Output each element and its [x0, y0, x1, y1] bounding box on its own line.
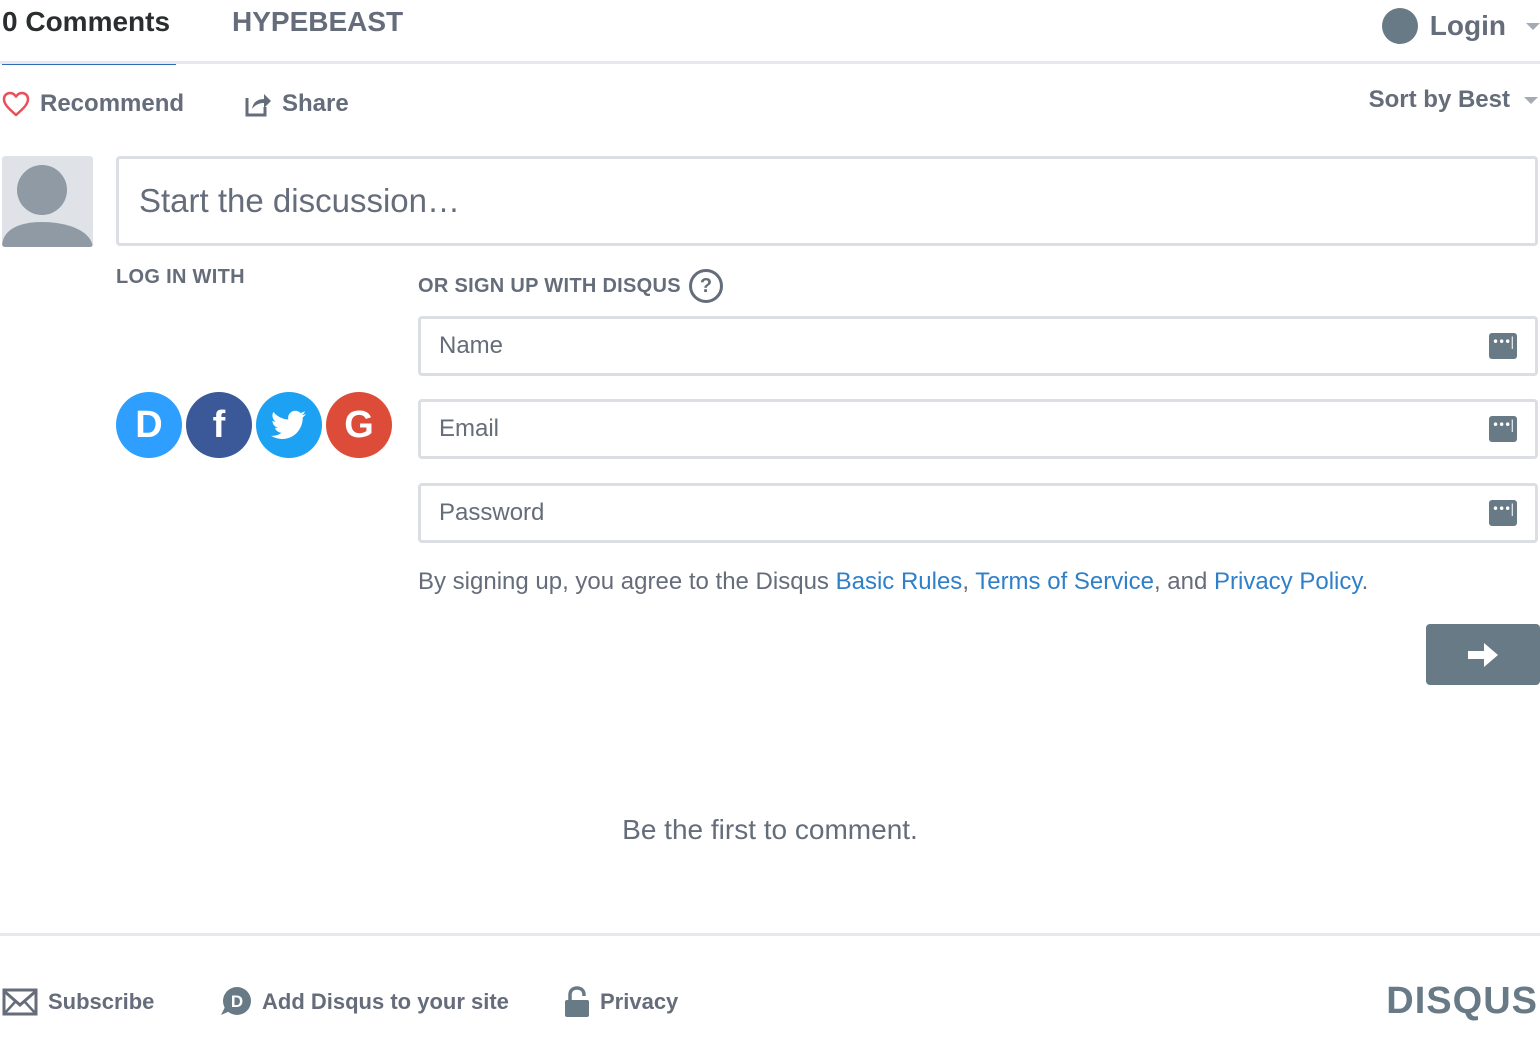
default-user-icon: [2, 165, 93, 247]
disqus-logo-icon: D: [221, 987, 251, 1015]
avatar: [2, 156, 93, 247]
terms-sep-1: ,: [962, 568, 976, 595]
sort-dropdown[interactable]: Sort by Best: [1369, 84, 1538, 116]
chevron-down-icon: [1524, 96, 1538, 104]
disqus-icon: D: [135, 403, 163, 446]
chevron-down-icon: [1526, 22, 1540, 30]
subscribe-label: Subscribe: [48, 989, 155, 1014]
terms-of-service-link[interactable]: Terms of Service: [975, 568, 1154, 595]
twitter-login-button[interactable]: [256, 392, 322, 458]
name-field[interactable]: [418, 316, 1538, 376]
password-manager-icon[interactable]: [1489, 500, 1517, 526]
footer-divider: [0, 933, 1540, 936]
composer-placeholder: Start the discussion…: [139, 182, 460, 219]
social-login-buttons: D f G: [116, 392, 396, 458]
top-nav: 0 Comments HYPEBEAST Login: [0, 0, 1540, 65]
name-input[interactable]: [439, 332, 1339, 360]
login-with-label: LOG IN WITH: [116, 266, 245, 288]
disqus-login-button[interactable]: D: [116, 392, 182, 458]
facebook-icon: f: [212, 403, 226, 446]
disqus-brand-logo[interactable]: DISQUS: [1386, 980, 1538, 1023]
svg-text:D: D: [231, 992, 243, 1011]
google-icon: G: [344, 403, 374, 446]
basic-rules-link[interactable]: Basic Rules: [836, 568, 963, 595]
share-icon: [245, 94, 271, 117]
google-login-button[interactable]: G: [326, 392, 392, 458]
email-input[interactable]: [439, 415, 1339, 443]
comment-composer[interactable]: Start the discussion…: [116, 156, 1538, 246]
password-manager-icon[interactable]: [1489, 416, 1517, 442]
add-disqus-label: Add Disqus to your site: [262, 989, 509, 1014]
envelope-icon: [2, 988, 38, 1016]
password-input[interactable]: [439, 499, 1339, 527]
login-label: Login: [1429, 10, 1506, 41]
login-menu[interactable]: Login: [1381, 4, 1540, 48]
signup-heading: OR SIGN UP WITH DISQUS ?: [418, 268, 723, 304]
terms-text: By signing up, you agree to the Disqus B…: [418, 568, 1368, 596]
submit-button[interactable]: [1426, 624, 1540, 685]
tab-comments[interactable]: 0 Comments: [2, 6, 176, 65]
terms-suffix: .: [1361, 568, 1369, 595]
privacy-link[interactable]: Privacy: [564, 984, 678, 1020]
facebook-login-button[interactable]: f: [186, 392, 252, 458]
nav-divider: [0, 61, 1540, 64]
arrow-right-icon: [1468, 642, 1498, 667]
share-button[interactable]: Share: [244, 88, 349, 120]
subscribe-link[interactable]: Subscribe: [2, 984, 154, 1020]
user-avatar-icon: [1381, 8, 1418, 44]
email-field[interactable]: [418, 399, 1538, 459]
share-label: Share: [282, 90, 349, 117]
add-disqus-link[interactable]: D Add Disqus to your site: [220, 984, 509, 1020]
empty-state-message: Be the first to comment.: [622, 814, 918, 845]
sort-label: Sort by Best: [1368, 86, 1510, 113]
recommend-button[interactable]: Recommend: [2, 88, 184, 120]
twitter-icon: [271, 410, 306, 439]
tab-community[interactable]: HYPEBEAST: [232, 6, 403, 38]
signup-label: OR SIGN UP WITH DISQUS: [418, 274, 681, 297]
terms-sep-2: , and: [1153, 568, 1214, 595]
heart-icon: [2, 91, 30, 117]
privacy-label: Privacy: [600, 989, 679, 1014]
tab-comments-label: 0 Comments: [2, 6, 171, 37]
help-icon[interactable]: ?: [688, 269, 723, 303]
password-manager-icon[interactable]: [1489, 333, 1517, 359]
recommend-label: Recommend: [40, 90, 185, 117]
privacy-policy-link[interactable]: Privacy Policy: [1214, 568, 1362, 595]
password-field[interactable]: [418, 483, 1538, 543]
lock-icon: [565, 986, 589, 1017]
terms-prefix: By signing up, you agree to the Disqus: [418, 568, 836, 595]
